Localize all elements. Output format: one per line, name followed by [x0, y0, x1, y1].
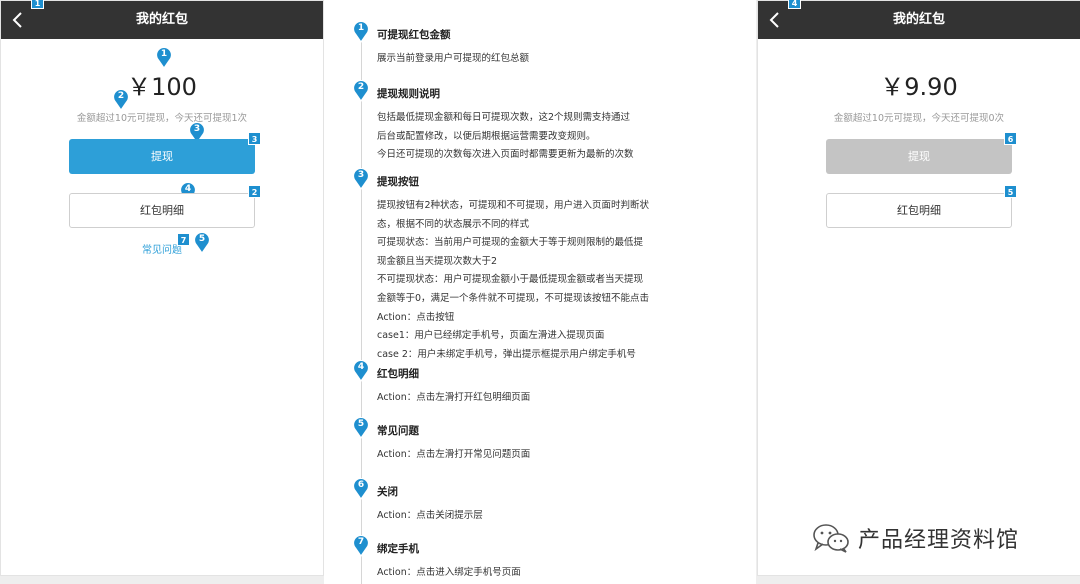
section-title: 可提现红包金额	[377, 29, 451, 41]
section-title: 常见问题	[377, 425, 419, 437]
section-pin: 6	[352, 478, 370, 500]
withdraw-rule-note: 金额超过10元可提现，今天还可提现1次	[76, 113, 248, 124]
section-pin: 7	[352, 535, 370, 557]
section-pin: 5	[352, 417, 370, 439]
page-title: 我的红包	[892, 12, 945, 27]
wechat-icon	[813, 524, 849, 553]
red-packet-detail-button[interactable]: 红包明细	[826, 193, 1012, 228]
section-body: Action：点击左滑打开红包明细页面	[377, 392, 531, 403]
faq-link[interactable]: 常见问题	[1, 241, 323, 256]
timeline-line	[361, 34, 362, 584]
annotation-marker: 1	[31, 0, 44, 9]
section-body: 包括最低提现金额和每日可提现次数，这2个规则需支持通过 后台或配置修改，以便后期…	[377, 112, 634, 161]
annotation-pin: 1	[155, 47, 173, 69]
section-body: Action：点击左滑打开常见问题页面	[377, 449, 531, 460]
section-pin: 4	[352, 360, 370, 382]
annotation-pin: 2	[112, 89, 130, 111]
section-pin: 2	[352, 80, 370, 102]
section-body: Action：点击关闭提示层	[377, 510, 483, 521]
section-title: 红包明细	[377, 368, 419, 380]
section-title: 绑定手机	[377, 543, 419, 555]
nav-bar: 我的红包	[758, 1, 1080, 39]
annotation-marker: 5	[1004, 185, 1017, 198]
section-body: 展示当前登录用户可提现的红包总额	[377, 53, 530, 64]
section-title: 提现规则说明	[377, 88, 440, 100]
withdraw-button[interactable]: 提现	[69, 139, 255, 174]
red-packet-detail-button[interactable]: 红包明细	[69, 193, 255, 228]
withdraw-button-disabled: 提现	[826, 139, 1012, 174]
phone-mockup-not-withdrawable: 我的红包 4 ￥9.90 金额超过10元可提现，今天还可提现0次 提现 6 红包…	[757, 0, 1080, 576]
section-body: Action：点击进入绑定手机号页面	[377, 567, 521, 578]
section-body: 提现按钮有2种状态，可提现和不可提现，用户进入页面时判断状 态，根据不同的状态展…	[377, 200, 650, 360]
page-title: 我的红包	[135, 12, 188, 27]
annotation-marker: 2	[248, 185, 261, 198]
annotation-marker: 7	[177, 233, 190, 246]
watermark: 产品经理资料馆	[812, 520, 1019, 556]
section-title: 提现按钮	[377, 176, 419, 188]
watermark-text: 产品经理资料馆	[858, 528, 1020, 553]
phone-mockup-withdrawable: 我的红包 1 1 ￥100 2 金额超过10元可提现，今天还可提现1次 3 提现…	[0, 0, 324, 576]
annotation-marker: 6	[1004, 132, 1017, 145]
section-title: 关闭	[377, 486, 398, 498]
withdrawable-amount: ￥100	[127, 73, 197, 101]
withdrawable-amount: ￥9.90	[880, 73, 958, 101]
annotation-pin: 5	[193, 232, 211, 254]
spec-document: 1 可提现红包金额 展示当前登录用户可提现的红包总额 2 提现规则说明 包括最低…	[324, 0, 756, 584]
nav-bar: 我的红包	[1, 1, 323, 39]
withdraw-rule-note: 金额超过10元可提现，今天还可提现0次	[833, 113, 1005, 124]
section-pin: 1	[352, 21, 370, 43]
section-pin: 3	[352, 168, 370, 190]
annotation-marker: 3	[248, 132, 261, 145]
annotation-marker: 4	[788, 0, 801, 9]
